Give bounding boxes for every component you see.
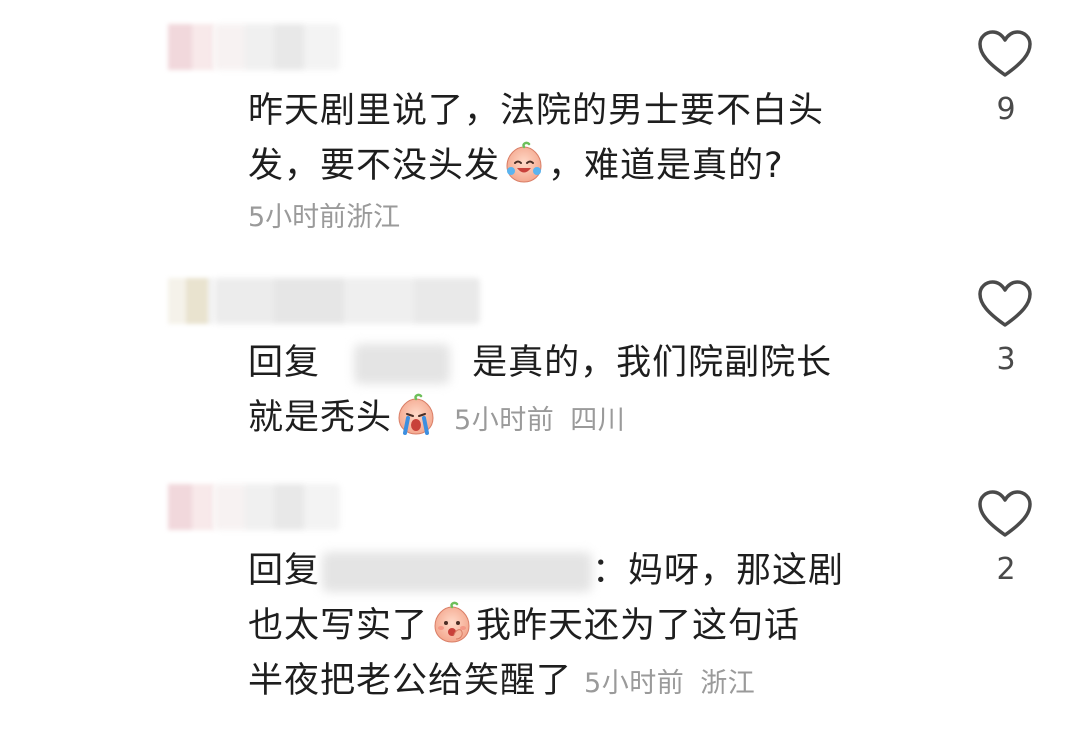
like-button[interactable]: 2 xyxy=(976,488,1036,587)
crying-laughing-peach-emoji xyxy=(506,141,542,183)
comment-text: 昨天剧里说了，法院的男士要不白头 发，要不没头发 ，难道是真的? xyxy=(248,84,938,194)
username-blurred-extension xyxy=(214,278,480,324)
comment-item: 回复 ：妈呀，那这剧 也太写实了 我昨天还为了这句话 半夜把老公给笑醒了 5小时前浙… xyxy=(0,478,1080,742)
reply-label: 回复 xyxy=(248,343,321,383)
mentioned-user-blurred[interactable] xyxy=(354,344,451,384)
comment-location: 浙江 xyxy=(700,668,756,699)
comment-text: 回复 ：妈呀，那这剧 也太写实了 我昨天还为了这句话 半夜把老公给笑醒了 5小时前浙… xyxy=(248,544,938,711)
comment-text-line: 发，要不没头发 xyxy=(248,146,501,186)
comment-time: 5小时前 xyxy=(584,668,685,699)
username-blurred-extension xyxy=(214,484,340,530)
reply-label: 回复 xyxy=(248,551,321,591)
shy-peach-emoji xyxy=(434,601,470,643)
comment-meta: 5小时前 四川 xyxy=(454,405,625,436)
username-blurred[interactable] xyxy=(168,278,214,324)
heart-outline-icon[interactable] xyxy=(976,28,1034,80)
comment-time: 5小时前 xyxy=(248,202,347,233)
comment-text-line: ，难道是真的? xyxy=(548,146,784,186)
comment-location: 四川 xyxy=(570,405,626,436)
comment-text-line: 也太写实了 xyxy=(248,606,429,646)
like-count: 9 xyxy=(996,92,1016,127)
like-count: 2 xyxy=(996,552,1016,587)
username-blurred[interactable] xyxy=(168,484,214,530)
comment-text-line: 半夜把老公给笑醒了 xyxy=(248,661,573,701)
comment-text-line: 昨天剧里说了，法院的男士要不白头 xyxy=(248,91,825,131)
crying-peach-emoji xyxy=(398,393,434,435)
like-button[interactable]: 9 xyxy=(976,28,1036,127)
comment-text-line: 是真的，我们院副院长 xyxy=(472,343,833,383)
comment-location: 浙江 xyxy=(346,202,401,233)
heart-outline-icon[interactable] xyxy=(976,278,1034,330)
comment-meta: 5小时前浙江 xyxy=(248,198,400,238)
comment-text-line: ：妈呀，那这剧 xyxy=(592,551,845,591)
like-count: 3 xyxy=(996,342,1016,377)
heart-outline-icon[interactable] xyxy=(976,488,1034,540)
comment-text: 回复 是真的，我们院副院长 就是秃头 5小时前 四川 xyxy=(248,336,938,448)
comment-meta: 5小时前浙江 xyxy=(584,668,755,699)
mentioned-user-blurred[interactable] xyxy=(322,552,593,592)
comment-text-line: 我昨天还为了这句话 xyxy=(476,606,801,646)
like-button[interactable]: 3 xyxy=(976,278,1036,377)
username-blurred-extension xyxy=(214,24,340,70)
username-blurred[interactable] xyxy=(168,24,214,70)
comment-item: 昨天剧里说了，法院的男士要不白头 发，要不没头发 ，难道是真的? 5小时前浙江 … xyxy=(0,0,1080,250)
comment-item: 回复 是真的，我们院副院长 就是秃头 5小时前 四川 3 xyxy=(0,250,1080,480)
comment-time: 5小时前 xyxy=(454,405,555,436)
comment-text-line: 就是秃头 xyxy=(248,398,393,438)
